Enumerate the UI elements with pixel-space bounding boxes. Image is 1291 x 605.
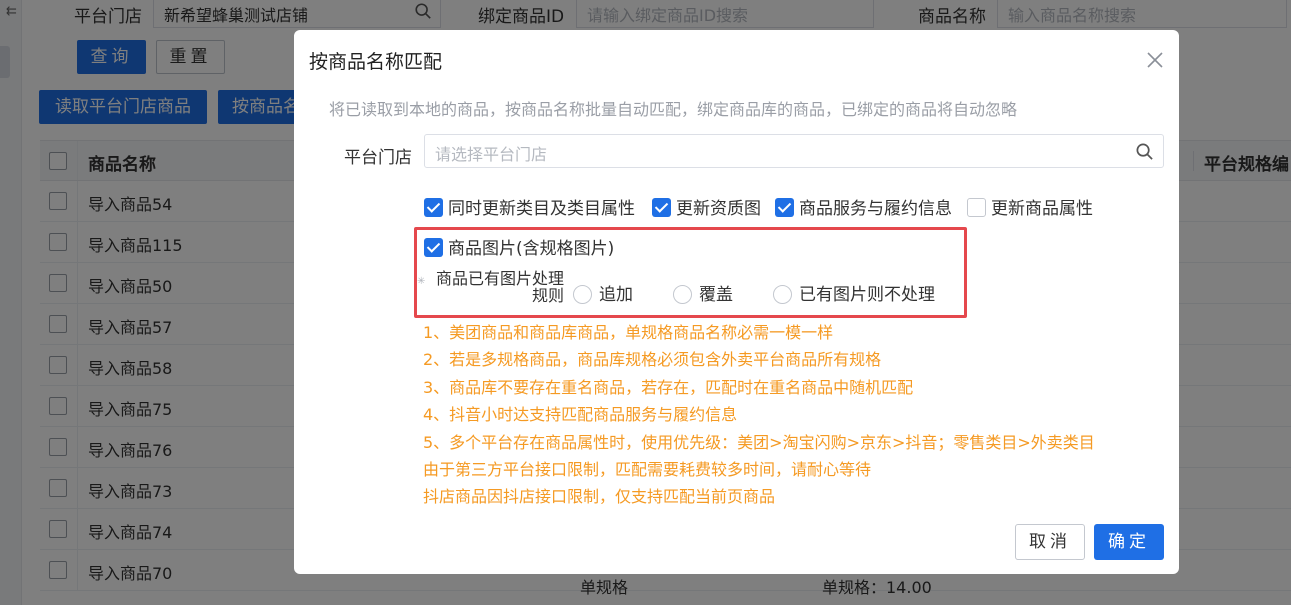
checkbox-checked-icon (424, 198, 443, 217)
note-line: 4、抖音小时达支持匹配商品服务与履约信息 (423, 405, 738, 425)
store-select-placeholder: 请选择平台门店 (435, 145, 548, 164)
radio-overwrite[interactable]: 覆盖 (673, 280, 733, 305)
radio-circle-icon (773, 285, 792, 304)
note-line: 2、若是多规格商品，商品库规格必须包含外卖平台商品所有规格 (423, 350, 882, 370)
checkbox-checked-icon (652, 198, 671, 217)
checkbox-label: 更新资质图 (676, 199, 761, 219)
radio-label: 追加 (599, 285, 633, 305)
checkbox-label: 商品服务与履约信息 (799, 199, 952, 219)
search-icon[interactable] (1135, 142, 1154, 161)
close-icon[interactable] (1145, 50, 1165, 70)
dialog-title: 按商品名称匹配 (309, 51, 443, 73)
checkbox-checked-icon (424, 238, 443, 257)
update-attributes-checkbox[interactable]: 更新商品属性 (967, 194, 1093, 219)
checkbox-label: 商品图片(含规格图片) (448, 239, 615, 259)
radio-circle-icon (573, 285, 592, 304)
store-field-label: 平台门店 (344, 148, 412, 168)
checkbox-label: 更新商品属性 (991, 199, 1093, 219)
dialog-description: 将已读取到本地的商品，按商品名称批量自动匹配，绑定商品库的商品，已绑定的商品将自… (329, 100, 1018, 119)
radio-circle-icon (673, 285, 692, 304)
store-select[interactable]: 请选择平台门店 (424, 134, 1164, 168)
radio-skip-existing[interactable]: 已有图片则不处理 (773, 280, 935, 305)
checkbox-label: 同时更新类目及类目属性 (448, 199, 635, 219)
match-by-name-dialog: 按商品名称匹配 将已读取到本地的商品，按商品名称批量自动匹配，绑定商品库的商品，… (294, 30, 1179, 574)
confirm-button[interactable]: 确定 (1094, 524, 1164, 560)
note-line: 1、美团商品和商品库商品，单规格商品名称必需一模一样 (423, 323, 834, 342)
radio-label: 覆盖 (699, 285, 733, 305)
update-qualification-checkbox[interactable]: 更新资质图 (652, 194, 761, 219)
cancel-button[interactable]: 取消 (1015, 524, 1085, 560)
image-rule-label-line1: 商品已有图片处理 (435, 269, 564, 288)
service-fulfillment-checkbox[interactable]: 商品服务与履约信息 (775, 194, 952, 219)
note-line: 5、多个平台存在商品属性时，使用优先级：美团>淘宝闪购>京东>抖音；零售类目>外… (423, 432, 1095, 452)
radio-append[interactable]: 追加 (573, 280, 633, 305)
radio-label: 已有图片则不处理 (799, 285, 935, 305)
notes-list: 1、美团商品和商品库商品，单规格商品名称必需一模一样 2、若是多规格商品，商品库… (423, 319, 1095, 511)
product-image-checkbox[interactable]: 商品图片(含规格图片) (424, 234, 614, 259)
note-line: 3、商品库不要存在重名商品，若存在，匹配时在重名商品中随机匹配 (423, 377, 914, 397)
note-line: 由于第三方平台接口限制，匹配需要耗费较多时间，请耐心等待 (423, 460, 872, 480)
checkbox-unchecked-icon (967, 198, 986, 217)
image-rule-label: 商品已有图片处理 规则 (422, 270, 564, 304)
note-line: 抖店商品因抖店接口限制，仅支持匹配当前页商品 (423, 487, 776, 507)
image-rule-label-line2: 规则 (531, 286, 564, 305)
update-category-checkbox[interactable]: 同时更新类目及类目属性 (424, 194, 635, 219)
checkbox-checked-icon (775, 198, 794, 217)
